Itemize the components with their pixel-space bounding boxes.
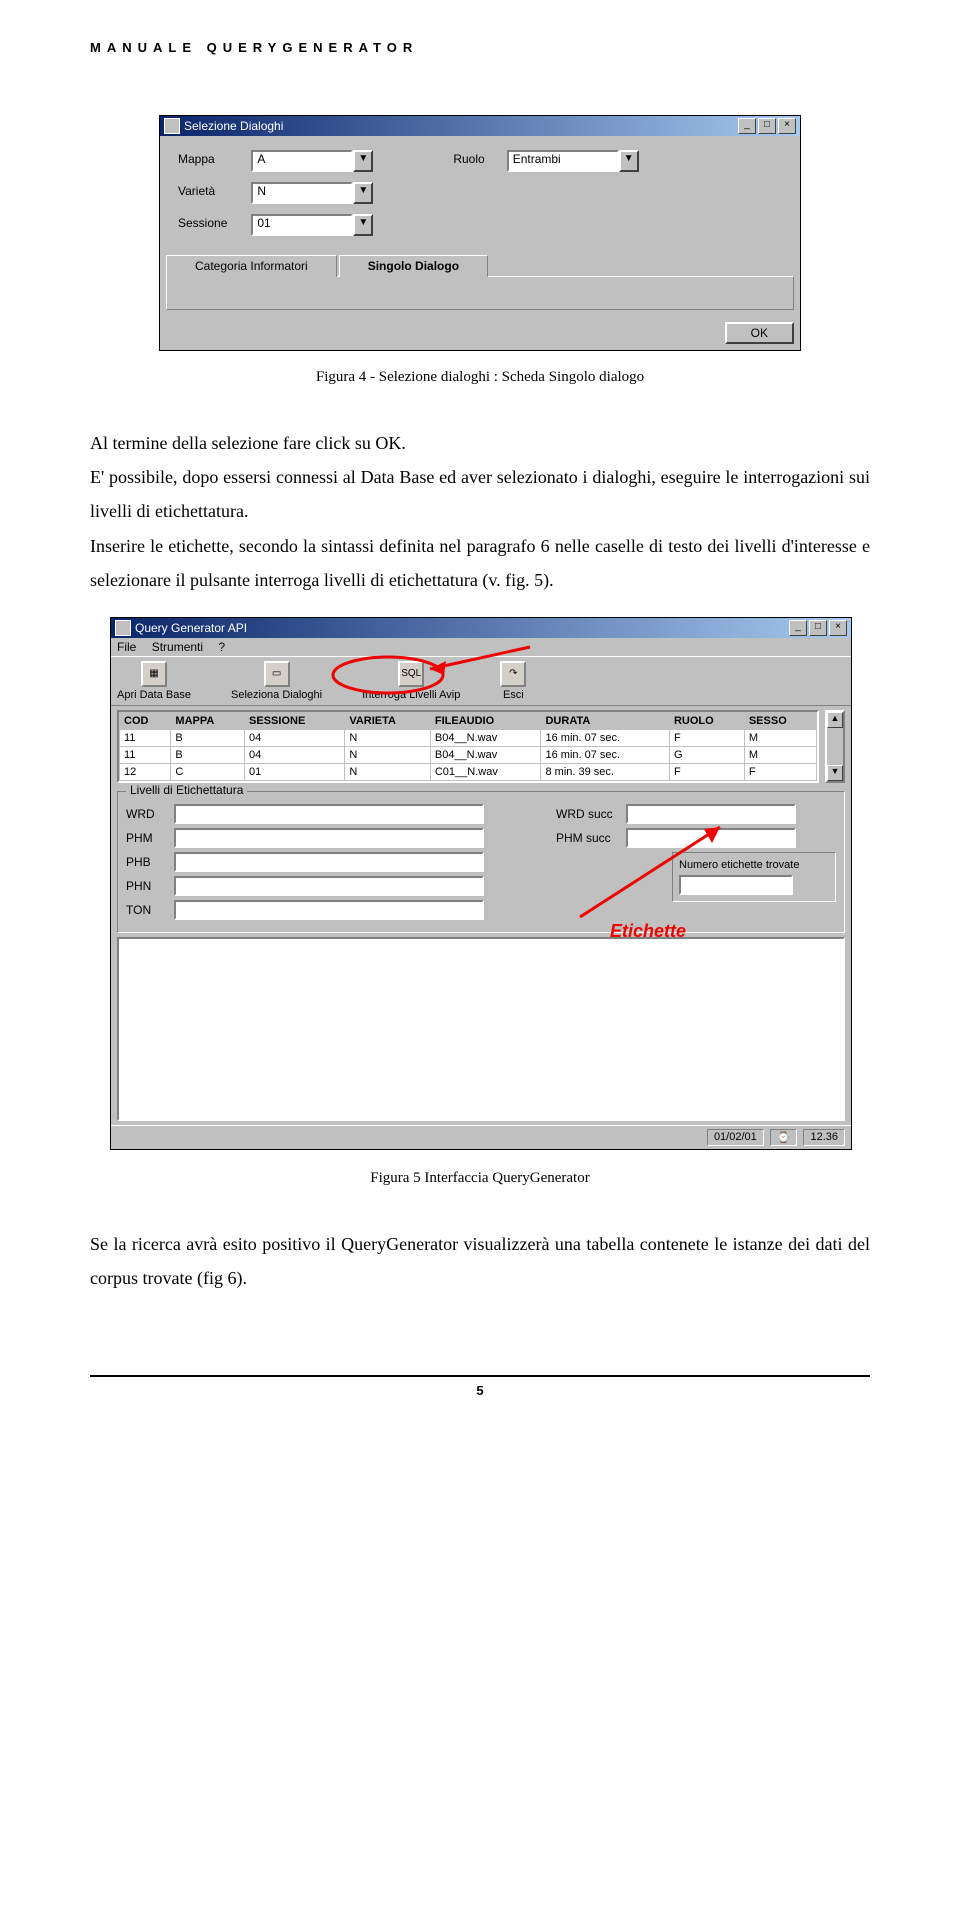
result-area [117, 937, 845, 1121]
window-icon [164, 118, 180, 134]
sessione-combo[interactable]: 01 ▼ [251, 214, 373, 236]
window-title: Query Generator API [135, 621, 247, 635]
exit-icon: ↷ [500, 661, 526, 687]
scroll-down-icon[interactable]: ▼ [827, 765, 843, 781]
ruolo-value: Entrambi [507, 150, 619, 172]
tool-esci[interactable]: ↷ Esci [500, 661, 526, 701]
page-footer: 5 [90, 1375, 870, 1398]
menubar: File Strumenti ? [111, 638, 851, 656]
wrd-label: WRD [126, 807, 174, 821]
col-header: SESSO [744, 712, 816, 729]
statusbar: 01/02/01 ⌚ 12.36 [111, 1125, 851, 1149]
page-header: MANUALE QUERYGENERATOR [90, 40, 870, 55]
paragraph-1: Al termine della selezione fare click su… [90, 426, 870, 460]
tool-seleziona[interactable]: ▭ Seleziona Dialoghi [231, 661, 322, 701]
maximize-icon[interactable]: □ [758, 118, 776, 134]
status-time: 12.36 [803, 1129, 845, 1146]
close-icon[interactable]: × [829, 620, 847, 636]
col-header: RUOLO [669, 712, 744, 729]
data-grid[interactable]: CODMAPPASESSIONEVARIETAFILEAUDIODURATARU… [117, 710, 819, 783]
paragraph-4: Se la ricerca avrà esito positivo il Que… [90, 1227, 870, 1295]
tab-singolo[interactable]: Singolo Dialogo [339, 255, 488, 277]
dialog-selezione: Selezione Dialoghi _ □ × Mappa A ▼ Var [159, 115, 801, 351]
phmsucc-input[interactable] [626, 828, 796, 848]
phmsucc-label: PHM succ [556, 831, 626, 845]
ton-input[interactable] [174, 900, 484, 920]
maximize-icon[interactable]: □ [809, 620, 827, 636]
varieta-label: Varietà [178, 184, 248, 198]
wrdsucc-input[interactable] [626, 804, 796, 824]
varieta-combo[interactable]: N ▼ [251, 182, 373, 204]
phm-label: PHM [126, 831, 174, 845]
group-livelli: Livelli di Etichettatura WRD PHM PHB PHN… [117, 791, 845, 933]
tab-panel [166, 276, 794, 310]
chevron-down-icon[interactable]: ▼ [353, 214, 373, 236]
col-header: FILEAUDIO [430, 712, 541, 729]
numbox-value [679, 875, 793, 895]
sessione-label: Sessione [178, 216, 248, 230]
window-querygenerator: Query Generator API _ □ × File Strumenti… [110, 617, 852, 1150]
mappa-combo[interactable]: A ▼ [251, 150, 373, 172]
col-header: VARIETA [345, 712, 431, 729]
tab-categoria[interactable]: Categoria Informatori [166, 255, 337, 277]
status-date: 01/02/01 [707, 1129, 764, 1146]
chevron-down-icon[interactable]: ▼ [619, 150, 639, 172]
minimize-icon[interactable]: _ [738, 118, 756, 134]
ruolo-label: Ruolo [453, 152, 503, 166]
minimize-icon[interactable]: _ [789, 620, 807, 636]
col-header: COD [120, 712, 171, 729]
numbox: Numero etichette trovate [672, 852, 836, 902]
col-header: SESSIONE [245, 712, 345, 729]
mappa-value: A [251, 150, 353, 172]
sessione-value: 01 [251, 214, 353, 236]
col-header: DURATA [541, 712, 669, 729]
phb-label: PHB [126, 855, 174, 869]
toolbar: ▦ Apri Data Base ▭ Seleziona Dialoghi SQ… [111, 656, 851, 706]
dialog-icon: ▭ [264, 661, 290, 687]
figure5-caption: Figura 5 Interfaccia QueryGenerator [90, 1170, 870, 1187]
close-icon[interactable]: × [778, 118, 796, 134]
menu-file[interactable]: File [117, 640, 136, 654]
table-row[interactable]: 12C01NC01__N.wav8 min. 39 sec.FF [120, 763, 817, 780]
group-legend: Livelli di Etichettatura [126, 783, 247, 797]
wrdsucc-label: WRD succ [556, 807, 626, 821]
ton-label: TON [126, 903, 174, 917]
ok-button[interactable]: OK [725, 322, 794, 344]
titlebar: Selezione Dialoghi _ □ × [160, 116, 800, 136]
status-icon: ⌚ [770, 1129, 798, 1146]
table-row[interactable]: 11B04NB04__N.wav16 min. 07 sec.GM [120, 746, 817, 763]
titlebar-qg: Query Generator API _ □ × [111, 618, 851, 638]
chevron-down-icon[interactable]: ▼ [353, 182, 373, 204]
figure4-caption: Figura 4 - Selezione dialoghi : Scheda S… [90, 369, 870, 386]
varieta-value: N [251, 182, 353, 204]
mappa-label: Mappa [178, 152, 248, 166]
chevron-down-icon[interactable]: ▼ [353, 150, 373, 172]
wrd-input[interactable] [174, 804, 484, 824]
database-icon: ▦ [141, 661, 167, 687]
menu-help[interactable]: ? [218, 640, 225, 654]
paragraph-2: E' possibile, dopo essersi connessi al D… [90, 460, 870, 528]
paragraph-3: Inserire le etichette, secondo la sintas… [90, 529, 870, 597]
tool-apri[interactable]: ▦ Apri Data Base [117, 661, 191, 701]
window-title: Selezione Dialoghi [184, 119, 283, 133]
scrollbar[interactable]: ▲ ▼ [825, 710, 845, 783]
phm-input[interactable] [174, 828, 484, 848]
col-header: MAPPA [171, 712, 245, 729]
window-icon [115, 620, 131, 636]
sql-icon: SQL [398, 661, 424, 687]
phb-input[interactable] [174, 852, 484, 872]
tool-interroga[interactable]: SQL Interroga Livelli Avip [362, 661, 460, 701]
numbox-label: Numero etichette trovate [679, 859, 829, 871]
page-number: 5 [476, 1383, 483, 1398]
table-row[interactable]: 11B04NB04__N.wav16 min. 07 sec.FM [120, 729, 817, 746]
phn-input[interactable] [174, 876, 484, 896]
phn-label: PHN [126, 879, 174, 893]
menu-strumenti[interactable]: Strumenti [152, 640, 203, 654]
ruolo-combo[interactable]: Entrambi ▼ [507, 150, 639, 172]
scroll-up-icon[interactable]: ▲ [827, 712, 843, 728]
